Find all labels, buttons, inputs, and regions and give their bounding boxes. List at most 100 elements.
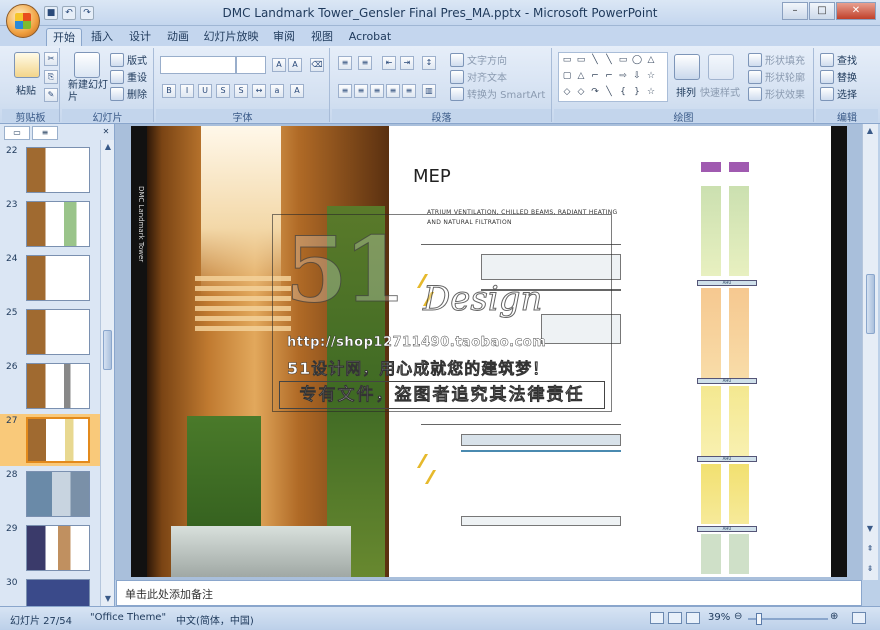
close-button[interactable]: ✕: [836, 2, 876, 20]
scroll-thumb[interactable]: [103, 330, 112, 370]
tab-animations[interactable]: 动画: [162, 28, 194, 46]
thumbnail-row-selected[interactable]: 27: [0, 414, 101, 466]
scroll-down-icon[interactable]: ▼: [101, 592, 115, 606]
italic-icon[interactable]: I: [180, 84, 194, 98]
tab-review[interactable]: 审阅: [268, 28, 300, 46]
tab-outline-icon[interactable]: ≡: [32, 126, 58, 140]
tab-slides-icon[interactable]: ▭: [4, 126, 30, 140]
shape-fill-button[interactable]: 形状填充: [748, 52, 805, 67]
thumbnail-scrollbar[interactable]: ▲ ▼: [100, 140, 114, 606]
copy-icon[interactable]: ⎘: [44, 70, 58, 84]
slide-thumbnail[interactable]: [26, 417, 90, 463]
select-button[interactable]: 选择: [820, 86, 857, 101]
decrease-indent-icon[interactable]: ⇤: [382, 56, 396, 70]
layout-button[interactable]: 版式: [110, 52, 147, 67]
scroll-up-icon[interactable]: ▲: [863, 124, 877, 138]
notes-pane[interactable]: 单击此处添加备注: [116, 580, 862, 606]
distributed-icon[interactable]: ≡: [402, 84, 416, 98]
tab-home[interactable]: 开始: [46, 28, 82, 46]
line-spacing-icon[interactable]: ↕: [422, 56, 436, 70]
sorter-view-icon[interactable]: [668, 612, 682, 624]
thumbnail-row[interactable]: 25: [0, 306, 101, 358]
columns-icon[interactable]: ▥: [422, 84, 436, 98]
font-color-icon[interactable]: A: [290, 84, 304, 98]
slide-thumbnail[interactable]: [26, 471, 90, 517]
zoom-slider-knob[interactable]: [756, 613, 762, 625]
normal-view-icon[interactable]: [650, 612, 664, 624]
replace-button[interactable]: 替换: [820, 69, 857, 84]
reset-button[interactable]: 重设: [110, 69, 147, 84]
thumbnail-row[interactable]: 26: [0, 360, 101, 412]
zoom-in-icon[interactable]: ⊕: [830, 611, 838, 622]
tab-acrobat[interactable]: Acrobat: [346, 28, 394, 46]
arrange-button[interactable]: 排列: [676, 84, 696, 99]
font-size-combo[interactable]: [236, 56, 266, 74]
new-slide-button[interactable]: 新建幻灯片: [68, 80, 108, 104]
delete-button[interactable]: 删除: [110, 86, 147, 101]
slide-thumbnail[interactable]: [26, 579, 90, 606]
text-direction-button[interactable]: 文字方向: [450, 52, 507, 67]
close-pane-icon[interactable]: ✕: [100, 126, 112, 140]
font-name-combo[interactable]: [160, 56, 236, 74]
thumbnail-row[interactable]: 30: [0, 576, 101, 606]
scroll-down-icon[interactable]: ▼: [863, 522, 877, 536]
find-button[interactable]: 查找: [820, 52, 857, 67]
minimize-button[interactable]: –: [782, 2, 808, 20]
shape-effects-button[interactable]: 形状效果: [748, 86, 805, 101]
slideshow-view-icon[interactable]: [686, 612, 700, 624]
tab-design[interactable]: 设计: [124, 28, 156, 46]
bullets-icon[interactable]: ≡: [338, 56, 352, 70]
align-text-button[interactable]: 对齐文本: [450, 69, 507, 84]
shape-outline-button[interactable]: 形状轮廓: [748, 69, 805, 84]
justify-icon[interactable]: ≡: [386, 84, 400, 98]
format-painter-icon[interactable]: ✎: [44, 88, 58, 102]
smartart-button[interactable]: 转换为 SmartArt: [450, 86, 545, 101]
slide-thumbnail[interactable]: [26, 309, 90, 355]
align-right-icon[interactable]: ≡: [370, 84, 384, 98]
slide-thumbnail[interactable]: [26, 525, 90, 571]
arrange-icon[interactable]: [674, 54, 700, 80]
thumbnail-row[interactable]: 29: [0, 522, 101, 574]
char-spacing-icon[interactable]: ↔: [252, 84, 266, 98]
underline-icon[interactable]: U: [198, 84, 212, 98]
change-case-icon[interactable]: a: [270, 84, 284, 98]
quick-styles-icon[interactable]: [708, 54, 734, 80]
maximize-button[interactable]: □: [809, 2, 835, 20]
zoom-level[interactable]: 39%: [708, 612, 730, 623]
prev-slide-icon[interactable]: ⇞: [863, 542, 877, 556]
new-slide-icon[interactable]: [74, 52, 100, 78]
cut-icon[interactable]: ✂: [44, 52, 58, 66]
shapes-gallery[interactable]: ▭ ▭ ╲ ╲ ▭ ◯ △ ▢ △ ⌐ ⌐ ⇨ ⇩ ☆ ◇ ◇ ↷ ╲{} ☆: [558, 52, 668, 102]
paste-button[interactable]: 粘贴: [16, 82, 36, 97]
tab-slideshow[interactable]: 幻灯片放映: [200, 28, 262, 46]
tab-view[interactable]: 视图: [306, 28, 338, 46]
align-center-icon[interactable]: ≡: [354, 84, 368, 98]
scroll-up-icon[interactable]: ▲: [101, 140, 115, 154]
quick-styles-button[interactable]: 快速样式: [700, 84, 740, 99]
slide-thumbnail[interactable]: [26, 147, 90, 193]
scroll-thumb[interactable]: [866, 274, 875, 334]
thumbnail-row[interactable]: 28: [0, 468, 101, 520]
slide-thumbnail[interactable]: [26, 201, 90, 247]
clear-format-icon[interactable]: ⌫: [310, 58, 324, 72]
bold-icon[interactable]: B: [162, 84, 176, 98]
increase-indent-icon[interactable]: ⇥: [400, 56, 414, 70]
tab-insert[interactable]: 插入: [86, 28, 118, 46]
thumbnail-row[interactable]: 23: [0, 198, 101, 250]
next-slide-icon[interactable]: ⇟: [863, 562, 877, 576]
shrink-font-icon[interactable]: A: [288, 58, 302, 72]
slide-thumbnail[interactable]: [26, 363, 90, 409]
current-slide[interactable]: DMC Landmark Tower MEP ATRIUM VENTILATIO…: [131, 126, 847, 577]
grow-font-icon[interactable]: A: [272, 58, 286, 72]
slide-thumbnail[interactable]: [26, 255, 90, 301]
zoom-out-icon[interactable]: ⊖: [734, 611, 742, 622]
thumbnail-row[interactable]: 22: [0, 144, 101, 196]
strikethrough-icon[interactable]: S: [216, 84, 230, 98]
thumbnail-row[interactable]: 24: [0, 252, 101, 304]
paste-icon[interactable]: [14, 52, 40, 78]
numbering-icon[interactable]: ≡: [358, 56, 372, 70]
fit-to-window-icon[interactable]: [852, 612, 866, 624]
shadow-icon[interactable]: S: [234, 84, 248, 98]
slide-scrollbar[interactable]: ▲ ▼ ⇞ ⇟: [862, 124, 878, 580]
align-left-icon[interactable]: ≡: [338, 84, 352, 98]
